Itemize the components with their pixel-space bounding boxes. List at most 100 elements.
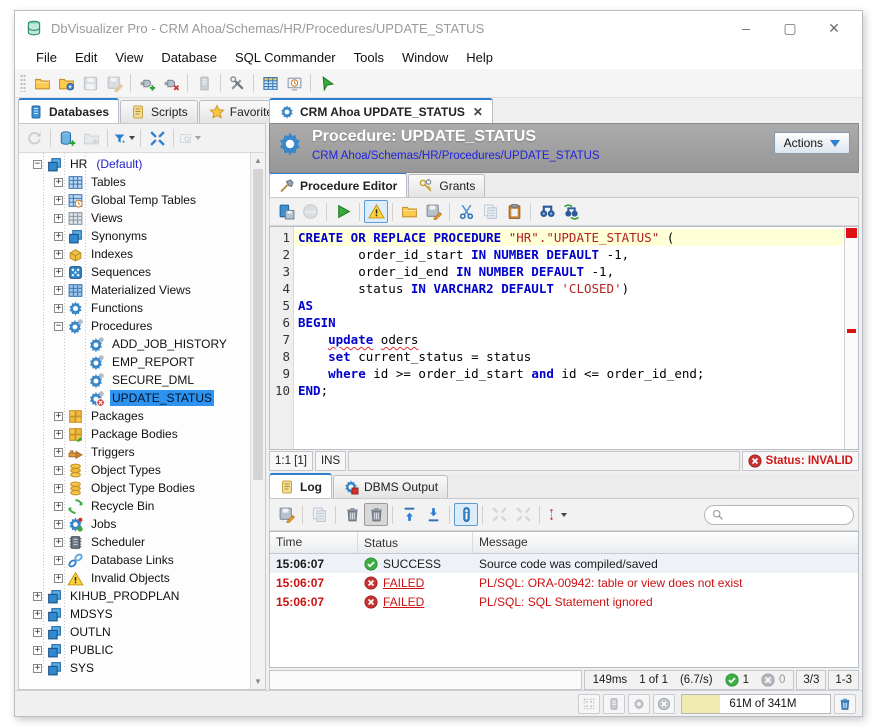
log-row[interactable]: 15:06:07SUCCESSSource code was compiled/… bbox=[270, 554, 858, 573]
menu-help[interactable]: Help bbox=[457, 47, 502, 68]
tree-item-hr[interactable]: −HR(Default) bbox=[19, 155, 250, 173]
menu-database[interactable]: Database bbox=[152, 47, 226, 68]
tree-item-mdsys[interactable]: +MDSYS bbox=[19, 605, 250, 623]
sql-editor[interactable]: 12345678910 CREATE OR REPLACE PROCEDURE … bbox=[269, 226, 859, 450]
show-errors-button[interactable] bbox=[364, 200, 388, 223]
collapse-icon[interactable]: − bbox=[33, 160, 42, 169]
gear-status-button[interactable] bbox=[628, 694, 650, 714]
tab-procedure-editor[interactable]: Procedure Editor bbox=[269, 172, 407, 197]
expand-icon[interactable]: + bbox=[54, 178, 63, 187]
find-replace-button[interactable] bbox=[559, 200, 583, 223]
expand-icon[interactable]: + bbox=[54, 520, 63, 529]
tab-log[interactable]: Log bbox=[269, 473, 332, 498]
tab-crm-ahoa-update-status[interactable]: CRM Ahoa UPDATE_STATUS ✕ bbox=[269, 98, 493, 123]
tree-item-tables[interactable]: +Tables bbox=[19, 173, 250, 191]
monitor-button[interactable] bbox=[282, 72, 306, 95]
stop-button[interactable]: STOP bbox=[298, 200, 322, 223]
expand-icon[interactable]: + bbox=[54, 484, 63, 493]
auto-clear-button[interactable] bbox=[364, 503, 388, 526]
tree-item-add-job-history[interactable]: ADD_JOB_HISTORY bbox=[19, 335, 250, 353]
open-button[interactable] bbox=[397, 200, 421, 223]
menu-sql-commander[interactable]: SQL Commander bbox=[226, 47, 345, 68]
show-info-button[interactable] bbox=[454, 503, 478, 526]
collapse-all-button[interactable] bbox=[145, 127, 169, 150]
actions-button[interactable]: Actions bbox=[774, 132, 850, 154]
copy-log-button[interactable] bbox=[307, 503, 331, 526]
cancel-status-button[interactable] bbox=[653, 694, 675, 714]
export-button[interactable] bbox=[421, 200, 445, 223]
tree-item-materialized views[interactable]: +Materialized Views bbox=[19, 281, 250, 299]
col-header-status[interactable]: Status bbox=[358, 532, 473, 553]
tree-item-triggers[interactable]: +Triggers bbox=[19, 443, 250, 461]
tree-item-package bodies[interactable]: +Package Bodies bbox=[19, 425, 250, 443]
tree-item-sys[interactable]: +SYS bbox=[19, 659, 250, 677]
error-marker-icon[interactable] bbox=[846, 228, 857, 238]
tree-item-jobs[interactable]: +Jobs bbox=[19, 515, 250, 533]
refresh-objects-button[interactable] bbox=[22, 127, 46, 150]
tree-item-scheduler[interactable]: +Scheduler bbox=[19, 533, 250, 551]
scrollbar-thumb[interactable] bbox=[253, 169, 263, 480]
collapse-icon[interactable]: − bbox=[54, 322, 63, 331]
expand-icon[interactable]: + bbox=[54, 250, 63, 259]
expand-icon[interactable]: + bbox=[54, 448, 63, 457]
memory-gauge[interactable]: 61M of 341M bbox=[681, 694, 831, 714]
close-tab-icon[interactable]: ✕ bbox=[473, 105, 483, 119]
server-status-button[interactable] bbox=[603, 694, 625, 714]
log-search-box[interactable] bbox=[704, 505, 854, 525]
tree-item-procedures[interactable]: −Procedures bbox=[19, 317, 250, 335]
tree-item-synonyms[interactable]: +Synonyms bbox=[19, 227, 250, 245]
tree-item-update-status[interactable]: UPDATE_STATUS bbox=[19, 389, 250, 407]
tree-item-public[interactable]: +PUBLIC bbox=[19, 641, 250, 659]
tree-item-global temp tables[interactable]: +Global Temp Tables bbox=[19, 191, 250, 209]
tree-item-emp-report[interactable]: EMP_REPORT bbox=[19, 353, 250, 371]
collapse-all-log-button[interactable] bbox=[511, 503, 535, 526]
col-header-time[interactable]: Time bbox=[270, 532, 358, 553]
menu-file[interactable]: File bbox=[27, 47, 66, 68]
expand-icon[interactable]: + bbox=[54, 538, 63, 547]
expand-icon[interactable]: + bbox=[33, 628, 42, 637]
log-row[interactable]: 15:06:07FAILEDPL/SQL: SQL Statement igno… bbox=[270, 592, 858, 611]
tree-item-invalid objects[interactable]: +Invalid Objects bbox=[19, 569, 250, 587]
tab-scripts[interactable]: Scripts bbox=[120, 100, 198, 123]
expand-icon[interactable]: + bbox=[33, 646, 42, 655]
menu-view[interactable]: View bbox=[106, 47, 152, 68]
expand-icon[interactable]: + bbox=[33, 610, 42, 619]
tree-item-sequences[interactable]: +Sequences bbox=[19, 263, 250, 281]
menu-edit[interactable]: Edit bbox=[66, 47, 106, 68]
filter-button[interactable] bbox=[112, 127, 136, 150]
expand-icon[interactable]: + bbox=[54, 502, 63, 511]
tree-item-views[interactable]: +Views bbox=[19, 209, 250, 227]
tree-item-outln[interactable]: +OUTLN bbox=[19, 623, 250, 641]
col-header-message[interactable]: Message bbox=[473, 532, 858, 553]
cut-button[interactable] bbox=[454, 200, 478, 223]
tool-properties-button[interactable] bbox=[225, 72, 249, 95]
log-row[interactable]: 15:06:07FAILEDPL/SQL: ORA-00942: table o… bbox=[270, 573, 858, 592]
scroll-to-bottom-button[interactable] bbox=[421, 503, 445, 526]
database-connection-button[interactable] bbox=[192, 72, 216, 95]
disconnect-button[interactable] bbox=[159, 72, 183, 95]
tab-databases[interactable]: Databases bbox=[18, 98, 119, 123]
export-log-button[interactable] bbox=[274, 503, 298, 526]
paste-button[interactable] bbox=[502, 200, 526, 223]
scroll-down-icon[interactable]: ▼ bbox=[251, 674, 265, 689]
tree-item-object types[interactable]: +Object Types bbox=[19, 461, 250, 479]
toolbar-grip[interactable] bbox=[20, 74, 26, 92]
expand-icon[interactable]: + bbox=[54, 304, 63, 313]
expand-icon[interactable]: + bbox=[54, 232, 63, 241]
tree-item-kihub-prodplan[interactable]: +KIHUB_PRODPLAN bbox=[19, 587, 250, 605]
grid-window-button[interactable] bbox=[258, 72, 282, 95]
tree-item-packages[interactable]: +Packages bbox=[19, 407, 250, 425]
tree-item-indexes[interactable]: +Indexes bbox=[19, 245, 250, 263]
open-file-button[interactable] bbox=[30, 72, 54, 95]
expand-icon[interactable]: + bbox=[54, 574, 63, 583]
expand-icon[interactable]: + bbox=[33, 592, 42, 601]
create-connection-button[interactable] bbox=[55, 127, 79, 150]
save-button[interactable] bbox=[78, 72, 102, 95]
tab-dbms-output[interactable]: DBMS Output bbox=[333, 475, 448, 498]
execute-button[interactable] bbox=[331, 200, 355, 223]
expand-all-button[interactable] bbox=[487, 503, 511, 526]
menu-window[interactable]: Window bbox=[393, 47, 457, 68]
expand-icon[interactable]: + bbox=[54, 556, 63, 565]
scroll-to-top-button[interactable] bbox=[397, 503, 421, 526]
find-button[interactable] bbox=[535, 200, 559, 223]
